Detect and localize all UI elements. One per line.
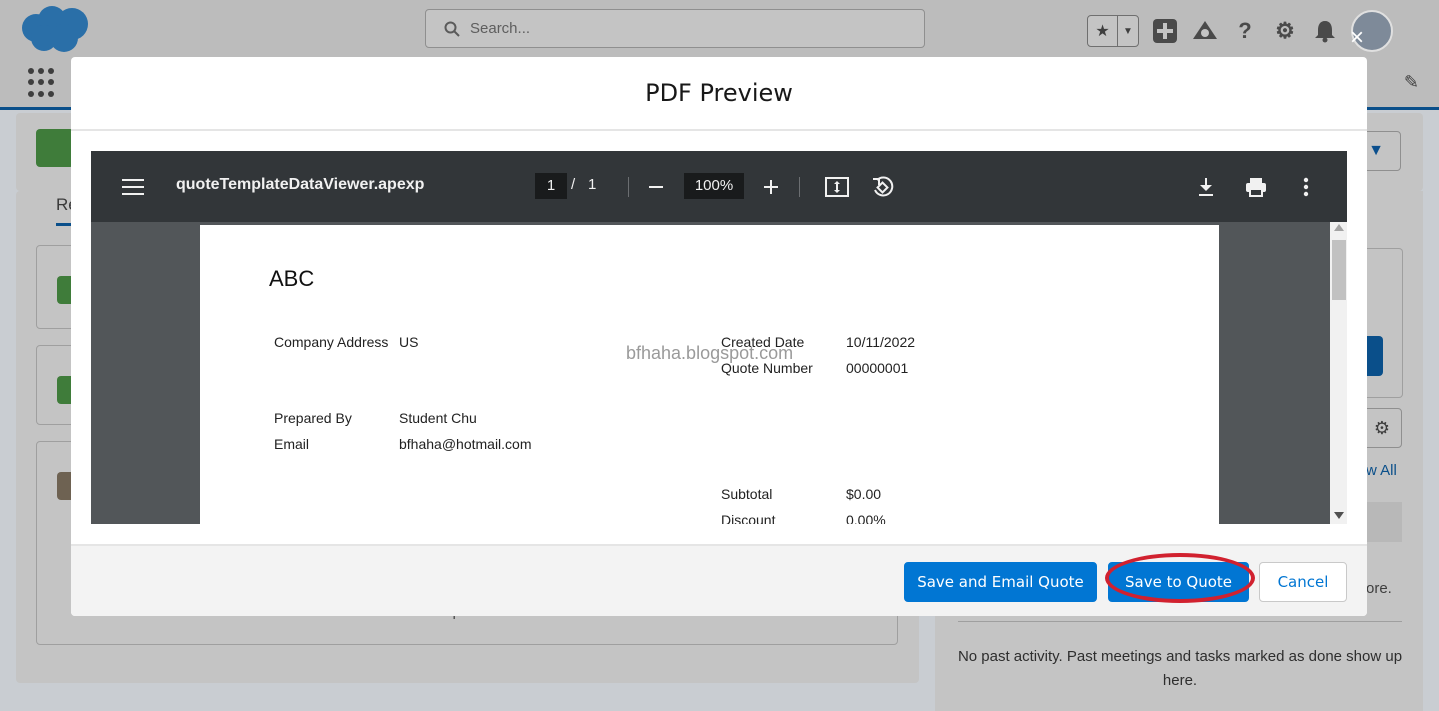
view-all-link[interactable]: w All [1366, 462, 1397, 479]
zoom-out-icon[interactable] [640, 171, 672, 203]
page-number-input[interactable]: 1 [535, 173, 567, 199]
divider [799, 177, 800, 197]
discount-value: 0.00% [846, 512, 886, 524]
global-actions-plus-icon[interactable] [1151, 17, 1179, 45]
help-icon[interactable]: ? [1231, 17, 1259, 45]
modal-footer: Save and Email Quote Save to Quote Cance… [71, 544, 1367, 616]
watermark: bfhaha.blogspot.com [626, 343, 794, 363]
modal-close-button[interactable]: × [1345, 26, 1369, 50]
rotate-icon[interactable] [866, 171, 898, 203]
divider [628, 177, 629, 197]
quote-number-value: 00000001 [846, 360, 909, 376]
activity-settings-gear-icon[interactable]: ⚙ [1362, 408, 1402, 448]
activity-action-button[interactable] [1366, 336, 1383, 376]
print-icon[interactable] [1240, 171, 1272, 203]
page-separator: / [571, 176, 576, 193]
company-address-label: Company Address [274, 334, 389, 350]
app-launcher-icon[interactable] [28, 68, 58, 98]
pdf-page: ABC Company Address US Created Date 10/1… [200, 225, 1219, 524]
save-to-quote-button[interactable]: Save to Quote [1108, 562, 1249, 602]
save-and-email-quote-button[interactable]: Save and Email Quote [904, 562, 1097, 602]
pdf-viewer: quoteTemplateDataViewer.apexp 1 / 1 100% [91, 151, 1347, 524]
menu-icon[interactable] [121, 175, 145, 199]
bell-icon[interactable] [1311, 17, 1339, 45]
activity-more-text: ore. [1366, 580, 1392, 597]
scroll-up-arrow-icon[interactable] [1334, 224, 1344, 231]
modal-header: PDF Preview [71, 57, 1367, 131]
favorites-button[interactable]: ★ ▼ [1087, 15, 1139, 47]
zoom-level-input[interactable]: 100% [684, 173, 744, 199]
pdf-filename: quoteTemplateDataViewer.apexp [176, 176, 425, 193]
pdf-preview-modal: PDF Preview quoteTemplateDataViewer.apex… [71, 57, 1367, 616]
trailhead-icon[interactable] [1191, 17, 1219, 45]
prepared-by-label: Prepared By [274, 410, 352, 426]
close-icon: × [1349, 24, 1364, 51]
subtotal-label: Subtotal [721, 486, 773, 502]
search-icon [444, 21, 460, 37]
pdf-toolbar: quoteTemplateDataViewer.apexp 1 / 1 100% [91, 151, 1347, 222]
fit-to-page-icon[interactable] [821, 171, 853, 203]
salesforce-logo [22, 6, 88, 52]
global-search-input[interactable]: Search... [425, 9, 925, 48]
activity-empty-message: No past activity. Past meetings and task… [957, 648, 1403, 689]
cancel-button[interactable]: Cancel [1259, 562, 1347, 602]
prepared-by-value: Student Chu [399, 410, 477, 426]
company-address-value: US [399, 334, 419, 350]
company-name: ABC [269, 266, 315, 291]
zoom-in-icon[interactable] [755, 171, 787, 203]
discount-label: Discount [721, 512, 776, 524]
email-value: bfhaha@hotmail.com [399, 436, 532, 452]
scroll-down-arrow-icon[interactable] [1334, 512, 1344, 519]
modal-title: PDF Preview [645, 79, 793, 107]
more-options-icon[interactable] [1290, 171, 1322, 203]
divider [958, 621, 1402, 622]
global-header: Search... ★ ▼ ? ⚙ [0, 0, 1439, 58]
scroll-thumb[interactable] [1332, 240, 1346, 300]
edit-nav-pencil-icon[interactable]: ✎ [1404, 72, 1419, 93]
chevron-down-icon: ▼ [1368, 142, 1384, 159]
download-icon[interactable] [1190, 171, 1222, 203]
activity-section-header [1366, 502, 1402, 542]
subtotal-value: $0.00 [846, 486, 882, 502]
star-icon: ★ [1088, 16, 1118, 46]
email-label: Email [274, 436, 310, 452]
total-pages: 1 [588, 176, 597, 193]
search-placeholder: Search... [470, 20, 531, 37]
quote-record-icon [36, 129, 74, 167]
pdf-scrollbar[interactable] [1330, 222, 1347, 524]
created-date-value: 10/11/2022 [846, 334, 916, 350]
chevron-down-icon: ▼ [1123, 25, 1133, 37]
gear-icon[interactable]: ⚙ [1271, 17, 1299, 45]
